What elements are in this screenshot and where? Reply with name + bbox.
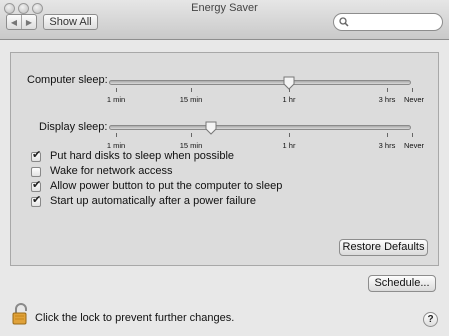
checkmark-icon: ✔: [32, 179, 42, 191]
checkmark-icon: ✔: [32, 149, 42, 161]
window-titlebar: Energy Saver ◀ ▶ Show All: [0, 0, 449, 40]
settings-panel: Computer sleep: 1 min 15 min 1 hr 3 hrs …: [10, 52, 439, 266]
tick-label-never: Never: [403, 141, 425, 150]
tick-label-never: Never: [403, 95, 425, 104]
computer-sleep-track[interactable]: [109, 80, 411, 85]
startup-after-power-failure-label[interactable]: Start up automatically after a power fai…: [50, 195, 256, 207]
sleep-hard-disks-checkbox[interactable]: ✔: [31, 149, 42, 162]
slider-tick: [387, 88, 388, 92]
display-sleep-label: Display sleep:: [39, 121, 108, 133]
lock-message: Click the lock to prevent further change…: [35, 312, 235, 324]
slider-tick: [191, 133, 192, 137]
back-arrow-icon[interactable]: ◀: [7, 15, 21, 29]
slider-tick: [116, 133, 117, 137]
navigation-buttons: ◀ ▶: [6, 14, 37, 30]
search-icon: [339, 17, 349, 27]
tick-label-15-min: 15 min: [179, 95, 203, 104]
slider-tick: [412, 88, 413, 92]
tick-label-15-min: 15 min: [179, 141, 203, 150]
power-button-sleep-label[interactable]: Allow power button to put the computer t…: [50, 180, 282, 192]
computer-sleep-slider-thumb[interactable]: [283, 76, 295, 90]
show-all-button[interactable]: Show All: [43, 14, 98, 30]
display-sleep-track[interactable]: [109, 125, 411, 130]
restore-defaults-button[interactable]: Restore Defaults: [339, 239, 428, 256]
tick-label-3-hrs: 3 hrs: [378, 141, 396, 150]
display-sleep-slider-thumb[interactable]: [205, 121, 217, 135]
slider-tick: [289, 133, 290, 137]
search-input[interactable]: [352, 15, 438, 29]
lock-icon[interactable]: [12, 303, 30, 325]
sleep-hard-disks-label[interactable]: Put hard disks to sleep when possible: [50, 150, 234, 162]
slider-tick: [116, 88, 117, 92]
startup-after-power-failure-checkbox[interactable]: ✔: [31, 194, 42, 207]
tick-label-3-hrs: 3 hrs: [378, 95, 396, 104]
checkmark-icon: ✔: [32, 194, 42, 206]
slider-tick: [412, 133, 413, 137]
help-button[interactable]: ?: [423, 312, 438, 327]
wake-network-label[interactable]: Wake for network access: [50, 165, 172, 177]
tick-label-1-min: 1 min: [106, 95, 126, 104]
tick-label-1-hr: 1 hr: [282, 141, 296, 150]
tick-label-1-hr: 1 hr: [282, 95, 296, 104]
schedule-button[interactable]: Schedule...: [368, 275, 436, 292]
computer-sleep-label: Computer sleep:: [27, 74, 108, 86]
tick-label-1-min: 1 min: [106, 141, 126, 150]
wake-network-checkbox[interactable]: [31, 167, 41, 177]
slider-tick: [191, 88, 192, 92]
forward-arrow-icon[interactable]: ▶: [21, 15, 36, 29]
slider-tick: [387, 133, 388, 137]
power-button-sleep-checkbox[interactable]: ✔: [31, 179, 42, 192]
search-field[interactable]: [333, 13, 443, 31]
